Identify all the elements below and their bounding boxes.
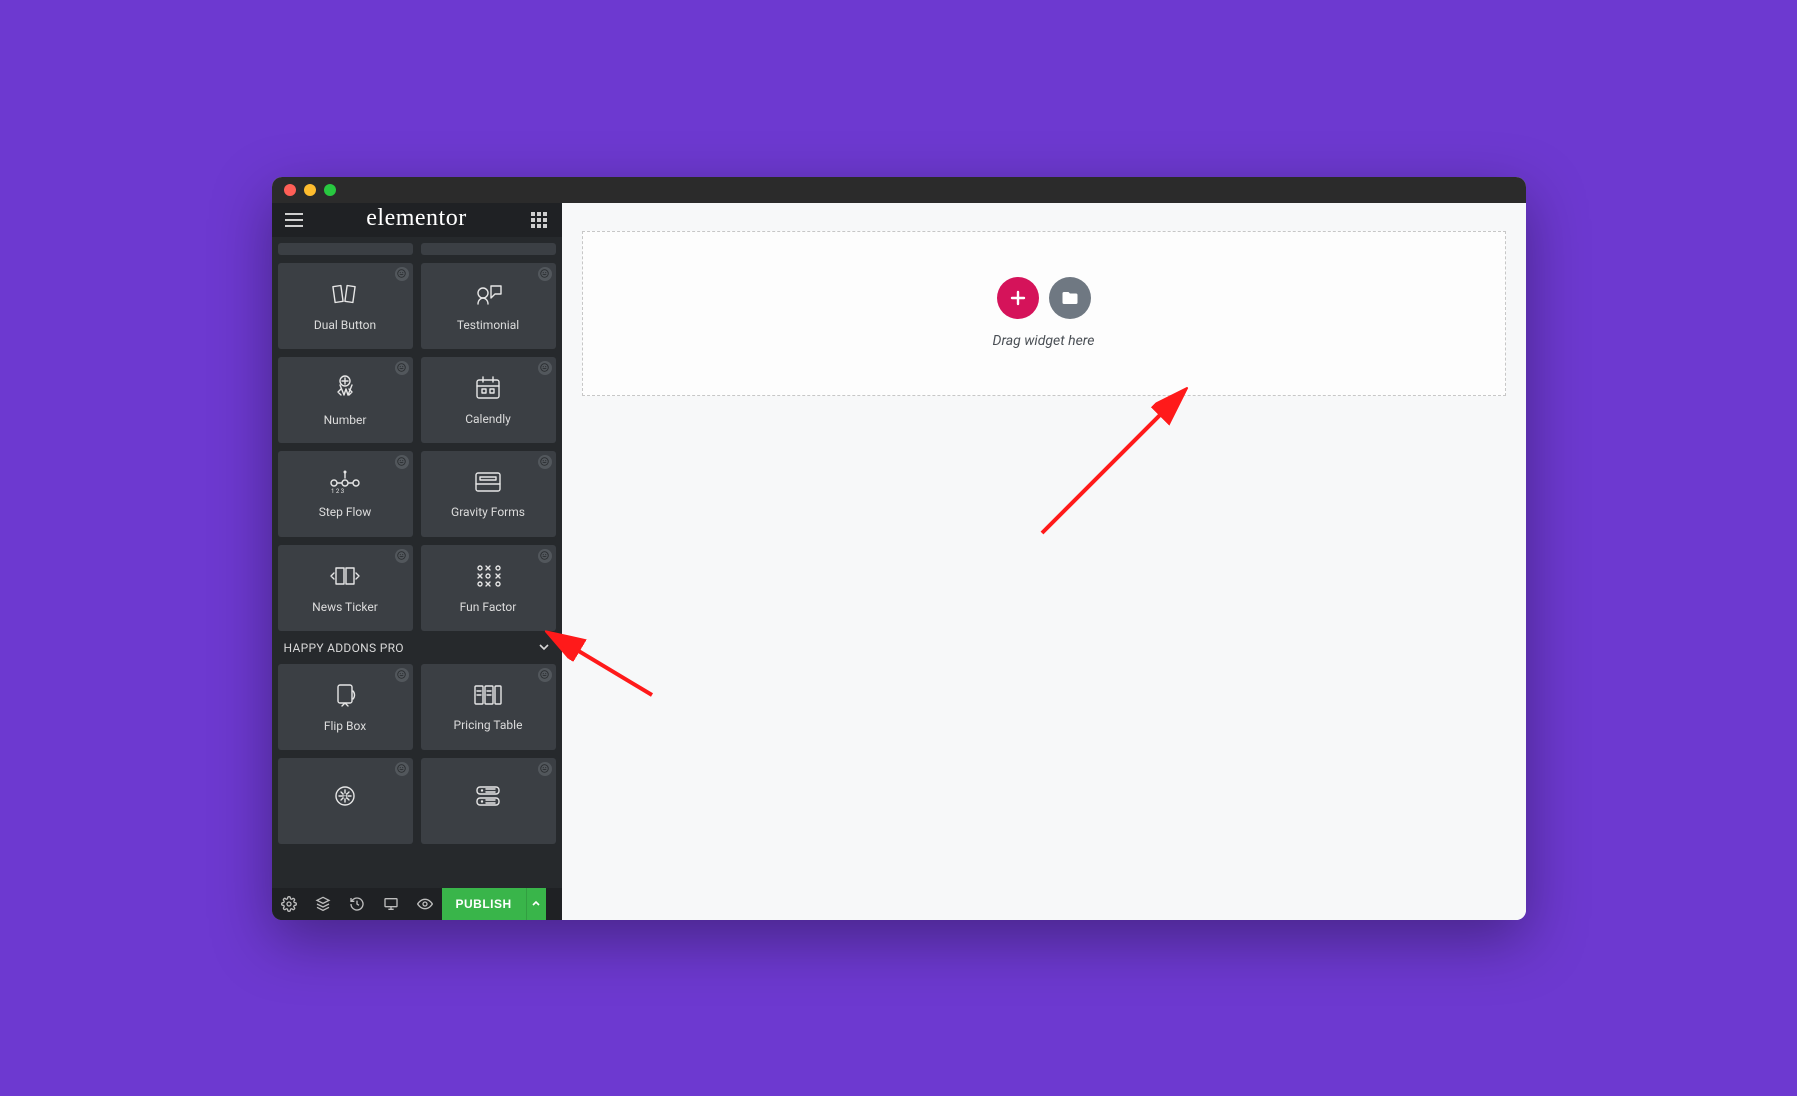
chevron-down-icon [538, 641, 550, 656]
annotation-arrow-canvas [1022, 373, 1202, 553]
publish-options-button[interactable] [526, 888, 546, 920]
testimonial-icon [471, 280, 505, 312]
pricing-table-icon [472, 682, 504, 712]
elementor-logo: elementor [366, 205, 466, 232]
widget-gravity-forms[interactable]: Gravity Forms [421, 451, 556, 537]
flip-box-icon [330, 681, 360, 713]
step-flow-icon: 1 2 3 [328, 469, 362, 499]
happy-badge-icon [395, 668, 409, 682]
editor-canvas: Drag widget here [562, 203, 1526, 920]
widget-dual-button[interactable]: Dual Button [278, 263, 413, 349]
widget-number[interactable]: Number [278, 357, 413, 443]
section-dropzone[interactable]: Drag widget here [582, 231, 1506, 396]
window-minimize-dot[interactable] [304, 184, 316, 196]
happy-badge-icon [395, 762, 409, 776]
sidebar-body: Dual Button Testimonial Number Calendly 1 2 … [272, 237, 562, 888]
navigator-icon[interactable] [306, 888, 340, 920]
widget-fun-factor[interactable]: Fun Factor [421, 545, 556, 631]
happy-badge-icon [395, 455, 409, 469]
news-ticker-icon [328, 562, 362, 594]
generic-a-icon: H [330, 782, 360, 814]
widget-label: Testimonial [457, 318, 519, 332]
responsive-icon[interactable] [374, 888, 408, 920]
widgets-grid-b-wrap: HAPPY ADDONS PRO [278, 631, 556, 664]
dual-button-icon [328, 280, 362, 312]
dropzone-hint: Drag widget here [993, 333, 1095, 349]
sidebar-footer: PUBLISH [272, 888, 562, 920]
gravity-forms-icon [472, 469, 504, 499]
widgets-grid-a: Dual Button Testimonial Number Calendly 1 2 … [278, 243, 556, 631]
dropzone-buttons [997, 277, 1091, 319]
widget-label: Flip Box [324, 719, 366, 733]
section-happy-addons-pro[interactable]: HAPPY ADDONS PRO [278, 631, 556, 664]
app-body: elementor Dual Button Testimonial Number Ca… [272, 203, 1526, 920]
publish-button[interactable]: PUBLISH [442, 888, 526, 920]
widget-generic-a[interactable]: H [278, 758, 413, 844]
elementor-sidebar: elementor Dual Button Testimonial Number Ca… [272, 203, 562, 920]
window-close-dot[interactable] [284, 184, 296, 196]
number-icon [330, 373, 360, 407]
widget-label: Dual Button [314, 318, 376, 332]
sidebar-header: elementor [272, 203, 562, 237]
titlebar [272, 177, 1526, 203]
svg-text:1 2 3: 1 2 3 [331, 488, 344, 495]
widget-calendly[interactable]: Calendly [421, 357, 556, 443]
happy-badge-icon [538, 455, 552, 469]
widget-pricing-table[interactable]: Pricing Table [421, 664, 556, 750]
happy-badge-icon [538, 762, 552, 776]
widget-label: Fun Factor [460, 600, 517, 614]
cutoff-row [278, 243, 556, 255]
widget-label: Gravity Forms [451, 505, 525, 519]
widget-step-flow[interactable]: 1 2 3 Step Flow [278, 451, 413, 537]
menu-icon[interactable] [282, 208, 306, 232]
happy-badge-icon [395, 267, 409, 281]
widgets-grid-icon[interactable] [527, 208, 551, 232]
widget-generic-b[interactable] [421, 758, 556, 844]
section-title: HAPPY ADDONS PRO [284, 641, 404, 655]
happy-badge-icon [538, 549, 552, 563]
widget-label: Step Flow [319, 505, 372, 519]
widget-label: Number [324, 413, 367, 427]
svg-text:H: H [342, 792, 348, 801]
happy-badge-icon [395, 361, 409, 375]
fun-factor-icon [472, 562, 504, 594]
widget-label: Calendly [465, 412, 511, 426]
app-window: elementor Dual Button Testimonial Number Ca… [272, 177, 1526, 920]
generic-b-icon [472, 783, 504, 813]
preview-icon[interactable] [408, 888, 442, 920]
widget-flip-box[interactable]: Flip Box [278, 664, 413, 750]
widget-label: News Ticker [312, 600, 378, 614]
happy-badge-icon [395, 549, 409, 563]
widget-news-ticker[interactable]: News Ticker [278, 545, 413, 631]
window-zoom-dot[interactable] [324, 184, 336, 196]
add-section-button[interactable] [997, 277, 1039, 319]
widget-testimonial[interactable]: Testimonial [421, 263, 556, 349]
widget-label: Pricing Table [454, 718, 523, 732]
add-template-button[interactable] [1049, 277, 1091, 319]
history-icon[interactable] [340, 888, 374, 920]
calendly-icon [473, 374, 503, 406]
settings-icon[interactable] [272, 888, 306, 920]
happy-badge-icon [538, 668, 552, 682]
widgets-grid-b: Flip Box Pricing Table H [278, 664, 556, 844]
happy-badge-icon [538, 361, 552, 375]
happy-badge-icon [538, 267, 552, 281]
